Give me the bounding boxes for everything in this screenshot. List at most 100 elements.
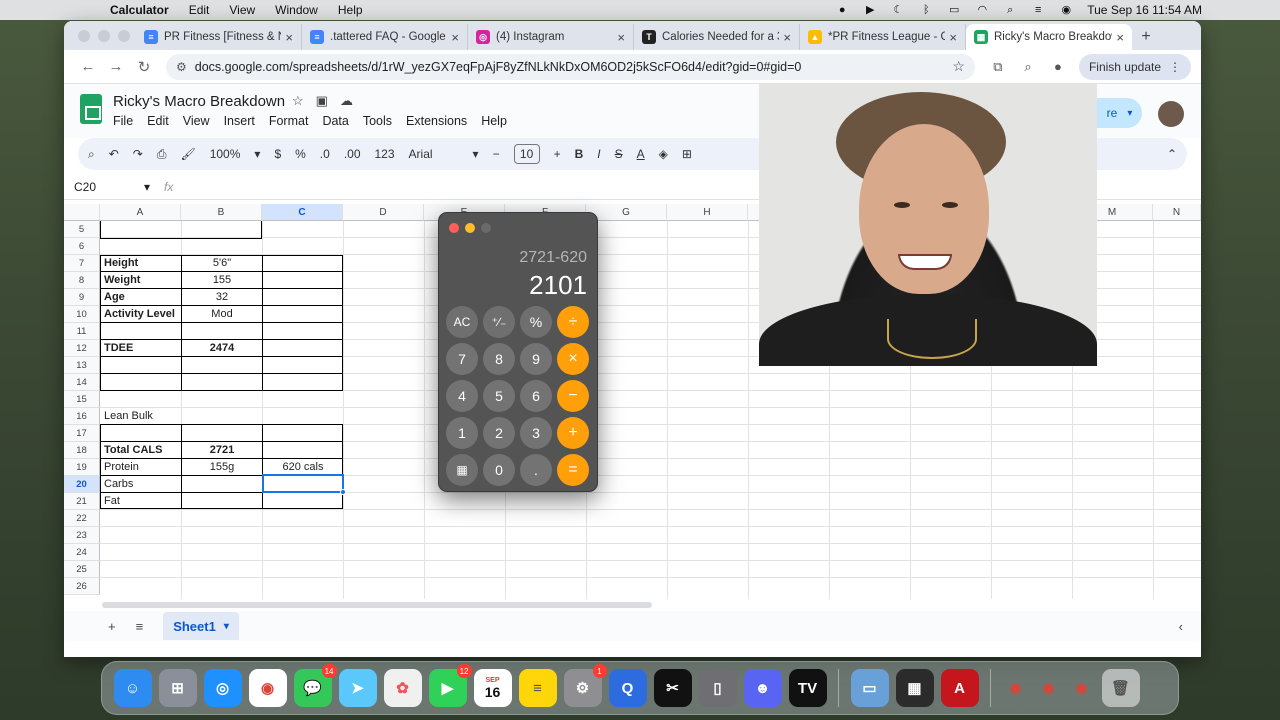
- menu-edit[interactable]: Edit: [147, 114, 169, 128]
- menu-app-name[interactable]: Calculator: [110, 3, 169, 17]
- kebab-menu-icon[interactable]: ⋮: [1169, 60, 1181, 74]
- cell-b7[interactable]: 5'6": [182, 255, 262, 272]
- calc-key-0[interactable]: 0: [483, 454, 515, 486]
- safari-icon[interactable]: ◎: [203, 669, 242, 707]
- text-color-icon[interactable]: A: [637, 147, 645, 161]
- strikethrough-icon[interactable]: S: [615, 147, 623, 161]
- calc-key-percent[interactable]: %: [520, 306, 552, 338]
- cell-a12[interactable]: TDEE: [101, 340, 181, 357]
- paint-format-icon[interactable]: 🖌: [180, 147, 195, 161]
- chevron-down-icon[interactable]: ▾: [144, 180, 150, 194]
- close-icon[interactable]: ×: [617, 30, 625, 45]
- italic-icon[interactable]: I: [597, 147, 600, 161]
- add-sheet-icon[interactable]: +: [108, 619, 116, 634]
- row-header[interactable]: 8: [64, 272, 100, 289]
- row-header[interactable]: 18: [64, 442, 100, 459]
- chrome-window-icon[interactable]: ◉: [1003, 669, 1029, 707]
- menu-view[interactable]: View: [183, 114, 210, 128]
- borders-icon[interactable]: ⊞: [682, 147, 692, 161]
- iphone-mirroring-icon[interactable]: ▯: [698, 669, 737, 707]
- browser-tab-macro-breakdown[interactable]: ▦ Ricky's Macro Breakdow ×: [966, 24, 1132, 50]
- messages-icon[interactable]: 💬 14: [293, 664, 337, 707]
- profile-icon[interactable]: ●: [1043, 59, 1073, 74]
- chrome-window-icon[interactable]: ◉: [1036, 669, 1062, 707]
- close-icon[interactable]: ×: [285, 30, 293, 45]
- row-header[interactable]: 21: [64, 493, 100, 510]
- calc-key-2[interactable]: 2: [483, 417, 515, 449]
- horizontal-scrollbar[interactable]: [102, 602, 652, 608]
- chevron-down-icon[interactable]: ▾: [473, 147, 479, 161]
- bluetooth-icon[interactable]: ᛒ: [919, 4, 933, 16]
- row-header[interactable]: 25: [64, 561, 100, 578]
- select-all-corner[interactable]: [64, 204, 100, 221]
- capcut-icon[interactable]: ✂: [653, 669, 692, 707]
- close-window-button[interactable]: [78, 30, 90, 42]
- cell-a20[interactable]: Carbs: [101, 476, 181, 493]
- row-header[interactable]: 19: [64, 459, 100, 476]
- calculator-window[interactable]: 2721-620 2101 AC ⁺∕₋ % ÷ 7 8 9 × 4 5 6 −…: [438, 212, 598, 492]
- row-header[interactable]: 26: [64, 578, 100, 595]
- menu-file[interactable]: File: [113, 114, 133, 128]
- fill-handle[interactable]: [340, 489, 346, 495]
- maximize-window-button[interactable]: [118, 30, 130, 42]
- share-button[interactable]: re ▾: [1097, 98, 1142, 128]
- decrease-decimal-button[interactable]: .0: [320, 147, 330, 161]
- bookmark-star-icon[interactable]: ☆: [952, 58, 965, 75]
- row-header[interactable]: 15: [64, 391, 100, 408]
- row-header[interactable]: 13: [64, 357, 100, 374]
- calc-key-9[interactable]: 9: [520, 343, 552, 375]
- maximize-window-button[interactable]: [481, 223, 491, 233]
- column-header-h[interactable]: H: [667, 204, 748, 221]
- calc-key-3[interactable]: 3: [520, 417, 552, 449]
- chevron-down-icon[interactable]: ▾: [1127, 108, 1132, 119]
- menu-edit[interactable]: Edit: [189, 3, 210, 17]
- bold-icon[interactable]: B: [575, 147, 584, 161]
- chevron-down-icon[interactable]: ▾: [224, 621, 229, 632]
- wifi-icon[interactable]: ◠: [975, 4, 989, 16]
- menu-insert[interactable]: Insert: [224, 114, 255, 128]
- menu-view[interactable]: View: [229, 3, 255, 17]
- number-format-button[interactable]: 123: [375, 147, 395, 161]
- row-header[interactable]: 9: [64, 289, 100, 306]
- photos-icon[interactable]: ✿: [383, 669, 422, 707]
- menu-window[interactable]: Window: [275, 3, 318, 17]
- quicktime-icon[interactable]: Q: [608, 669, 647, 707]
- menu-format[interactable]: Format: [269, 114, 309, 128]
- sheet-tab-sheet1[interactable]: Sheet1 ▾: [163, 612, 239, 640]
- siri-icon[interactable]: ◉: [1059, 4, 1073, 16]
- calc-key-5[interactable]: 5: [483, 380, 515, 412]
- menu-help[interactable]: Help: [481, 114, 507, 128]
- cell-b10[interactable]: Mod: [182, 306, 262, 323]
- menu-extensions[interactable]: Extensions: [406, 114, 467, 128]
- zoom-select[interactable]: 100%: [210, 147, 241, 161]
- cell-a9[interactable]: Age: [101, 289, 181, 306]
- battery-icon[interactable]: ▭: [947, 4, 961, 16]
- menu-help[interactable]: Help: [338, 3, 363, 17]
- menubar-clock[interactable]: Tue Sep 16 11:54 AM: [1087, 3, 1202, 17]
- extensions-icon[interactable]: ⧉: [983, 59, 1013, 75]
- site-info-icon[interactable]: ⚙: [176, 60, 187, 74]
- cell-a21[interactable]: Fat: [101, 493, 181, 510]
- cloud-status-icon[interactable]: ☁: [340, 93, 353, 109]
- chevron-down-icon[interactable]: ▾: [254, 147, 260, 161]
- cell-a19[interactable]: Protein: [101, 459, 181, 476]
- avatar[interactable]: [1158, 101, 1184, 127]
- reload-icon[interactable]: ↻: [130, 58, 158, 76]
- record-icon[interactable]: ●: [835, 4, 849, 16]
- menu-tools[interactable]: Tools: [363, 114, 392, 128]
- browser-tab-tattered-faq[interactable]: ≡ .tattered FAQ - Google D ×: [302, 24, 468, 50]
- cell-b19[interactable]: 155g: [182, 459, 262, 476]
- cell-a16[interactable]: Lean Bulk: [101, 408, 181, 425]
- calc-key-7[interactable]: 7: [446, 343, 478, 375]
- close-icon[interactable]: ×: [783, 30, 791, 45]
- row-header[interactable]: 24: [64, 544, 100, 561]
- column-header-g[interactable]: G: [586, 204, 667, 221]
- calculator-icon[interactable]: ▦: [895, 669, 934, 707]
- undo-icon[interactable]: ↶: [109, 147, 119, 161]
- preview-icon[interactable]: ▭: [850, 669, 889, 707]
- all-sheets-icon[interactable]: ≡: [136, 619, 144, 634]
- cell-a8[interactable]: Weight: [101, 272, 181, 289]
- browser-tab-pr-fitness[interactable]: ≡ PR Fitness [Fitness & N ×: [136, 24, 302, 50]
- row-header-selected[interactable]: 20: [64, 476, 100, 493]
- row-header[interactable]: 10: [64, 306, 100, 323]
